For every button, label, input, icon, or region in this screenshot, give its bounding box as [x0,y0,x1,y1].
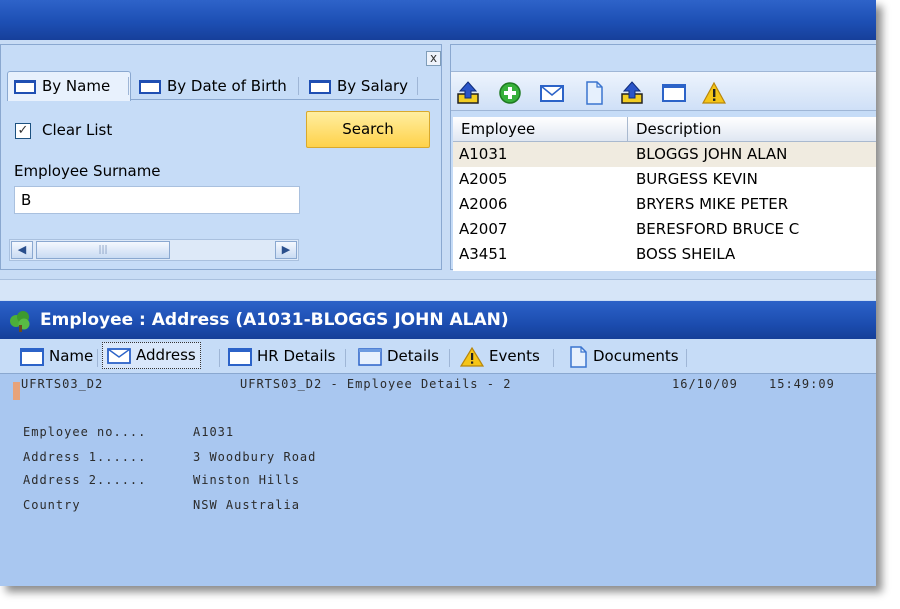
field-label: Employee no.... [23,425,147,439]
scroll-left-button[interactable]: ◀ [11,241,33,259]
tab-separator [128,77,129,95]
tab-label: Name [49,347,94,365]
program-name: UFRTS03_D2 [21,377,104,391]
tree-icon [10,311,30,332]
detail-title: Employee : Address (A1031-BLOGGS JOHN AL… [40,310,509,330]
clear-list-checkbox[interactable]: ✓ [15,123,31,139]
panel-divider[interactable] [0,279,876,300]
tab-label: By Date of Birth [167,77,287,95]
description-cell: BRYERS MIKE PETER [636,195,789,213]
warning-icon[interactable] [701,80,727,106]
tab-label: By Name [42,77,111,95]
document-icon [570,345,587,368]
detail-header: Employee : Address (A1031-BLOGGS JOHN AL… [0,301,876,339]
window-icon [309,79,331,94]
envelope-icon [107,347,131,364]
close-panel-button[interactable]: x [426,51,441,66]
title-bar [0,0,876,40]
tab-label: Details [387,347,440,365]
scroll-thumb[interactable]: ||| [36,241,170,259]
tab-separator [686,349,687,367]
tab-label: Events [489,347,540,365]
tab-separator [345,349,346,367]
field-value: NSW Australia [193,498,300,512]
table-row[interactable]: A2005 BURGESS KEVIN [453,167,876,192]
tab-by-salary[interactable]: By Salary [303,73,408,99]
employee-cell: A3451 [459,245,508,263]
search-button[interactable]: Search [306,111,430,148]
tab-documents[interactable]: Documents [564,343,679,369]
tab-separator [97,349,98,367]
tab-separator [417,77,418,95]
screen-time: 15:49:09 [769,377,835,391]
window-icon [20,347,44,366]
tab-separator [449,349,450,367]
upload-arrow-icon[interactable] [619,80,645,106]
tab-name[interactable]: Name [16,343,93,369]
employee-surname-input[interactable] [14,186,300,214]
tab-separator [553,349,554,367]
tab-label: By Salary [337,77,409,95]
scroll-right-button[interactable]: ▶ [275,241,297,259]
tab-separator [219,349,220,367]
upload-arrow-icon[interactable] [455,80,481,106]
tab-label: HR Details [257,347,336,365]
horizontal-scrollbar[interactable]: ◀ ||| ▶ [9,239,299,261]
results-panel: Employee Description A1031 BLOGGS JOHN A… [450,44,876,271]
document-icon[interactable] [581,80,607,106]
window-icon[interactable] [661,80,687,106]
field-value: A1031 [193,425,235,439]
window-icon [14,79,36,94]
description-cell: BOSS SHEILA [636,245,736,263]
employee-grid: A1031 BLOGGS JOHN ALAN A2005 BURGESS KEV… [453,142,876,271]
tab-details[interactable]: Details [354,343,439,369]
tab-hr-details[interactable]: HR Details [224,343,335,369]
window-icon [228,347,252,366]
field-value: 3 Woodbury Road [193,450,317,464]
field-label: Address 1...... [23,450,147,464]
table-row[interactable]: A3451 BOSS SHEILA [453,242,876,267]
employee-cell: A2005 [459,170,508,188]
window-icon [139,79,161,94]
search-panel: x By Name By Date of Birth By Salary ✓ C… [0,44,442,270]
window-icon [358,347,382,366]
field-value: Winston Hills [193,473,300,487]
description-cell: BLOGGS JOHN ALAN [636,145,788,163]
field-label: Country [23,498,81,512]
table-row[interactable]: A2006 BRYERS MIKE PETER [453,192,876,217]
table-row[interactable]: A1031 BLOGGS JOHN ALAN [453,142,876,167]
screen-date: 16/10/09 [672,377,738,391]
tab-label: Address [136,346,196,364]
tab-separator [298,77,299,95]
add-circle-icon[interactable] [497,80,523,106]
search-tabs: By Name By Date of Birth By Salary [7,71,439,101]
screen-heading: UFRTS03_D2 - Employee Details - 2 [240,377,512,391]
clear-list-label: Clear List [42,121,113,139]
text-cursor [13,382,20,400]
description-cell: BURGESS KEVIN [636,170,758,188]
employee-cell: A1031 [459,145,508,163]
employee-surname-label: Employee Surname [14,162,161,180]
tab-by-date-of-birth[interactable]: By Date of Birth [133,73,287,99]
tab-address[interactable]: Address [102,342,201,369]
detail-tabs: Name Address HR Details Details Events D… [0,339,876,374]
column-header-description[interactable]: Description [628,117,876,141]
column-header-employee[interactable]: Employee [453,117,628,141]
tab-by-name[interactable]: By Name [7,71,131,101]
employee-cell: A2007 [459,220,508,238]
grid-header: Employee Description [453,117,876,142]
description-cell: BERESFORD BRUCE C [636,220,800,238]
envelope-icon[interactable] [539,80,565,106]
tab-label: Documents [593,347,679,365]
tab-events[interactable]: Events [456,343,540,369]
employee-cell: A2006 [459,195,508,213]
warning-icon [460,346,484,367]
results-toolbar [451,71,876,111]
application-window: x By Name By Date of Birth By Salary ✓ C… [0,0,876,586]
terminal-screen[interactable]: UFRTS03_D2 UFRTS03_D2 - Employee Details… [0,374,876,586]
table-row[interactable]: A2007 BERESFORD BRUCE C [453,217,876,242]
field-label: Address 2...... [23,473,147,487]
